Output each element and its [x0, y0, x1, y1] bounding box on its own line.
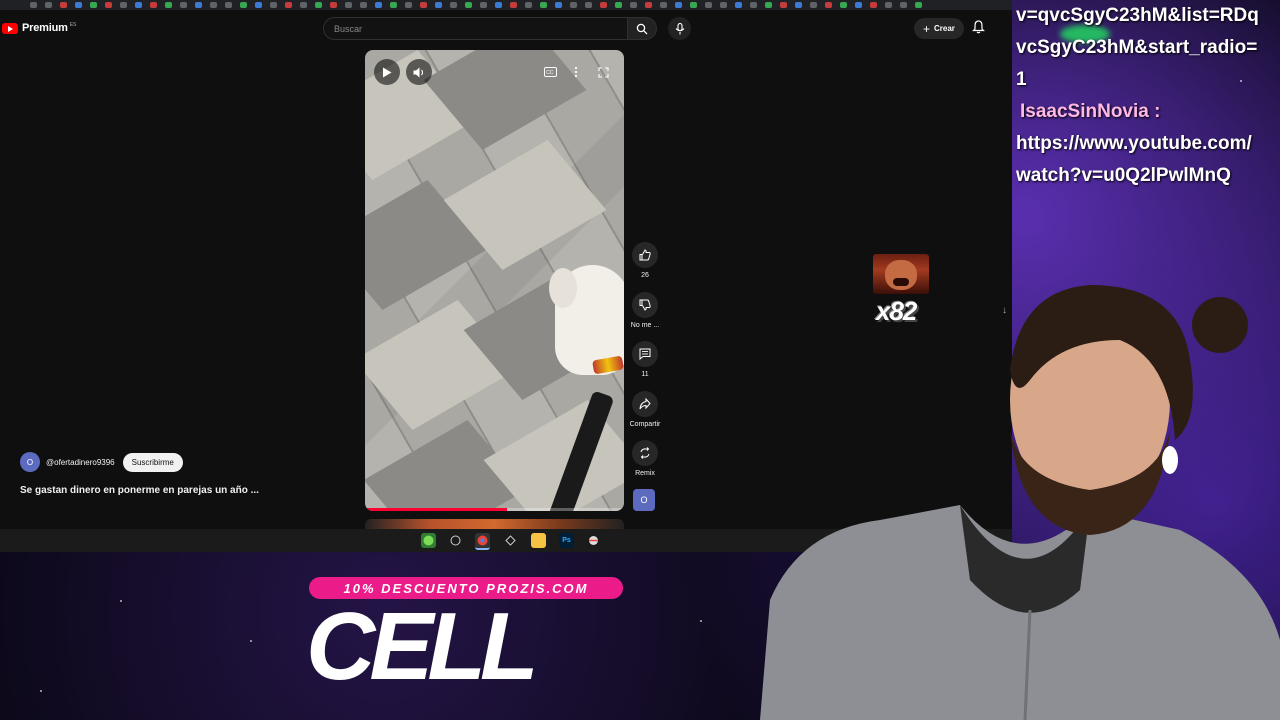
chat-line: v=qvcSgyC23hM&list=RDq	[1016, 5, 1259, 26]
webcam-streamer	[760, 285, 1280, 720]
notifications-button[interactable]	[972, 20, 985, 39]
voice-search-button[interactable]	[668, 17, 691, 40]
fullscreen-button[interactable]	[593, 62, 613, 82]
channel-avatar[interactable]: O	[20, 452, 40, 472]
create-button[interactable]: + Crear	[914, 18, 964, 39]
share-button[interactable]: Compartir	[626, 391, 664, 428]
search-box	[323, 17, 627, 40]
play-icon	[383, 67, 392, 77]
search-input[interactable]	[324, 18, 624, 39]
like-count: 26	[641, 272, 649, 279]
star	[700, 620, 702, 622]
app-icon-diamond[interactable]	[503, 533, 518, 548]
dislike-label: No me ...	[630, 322, 660, 329]
comment-count: 11	[641, 371, 649, 378]
short-video-player[interactable]: CC	[365, 50, 624, 511]
search-button[interactable]	[627, 17, 657, 40]
browser-tab-strip[interactable]	[0, 0, 1012, 10]
thumbs-down-icon	[639, 299, 651, 311]
captions-button[interactable]: CC	[540, 62, 560, 82]
microphone-icon	[675, 22, 684, 34]
like-button[interactable]: 26	[626, 242, 664, 279]
spotify-icon[interactable]	[421, 533, 436, 548]
play-button[interactable]	[374, 59, 400, 85]
remix-button[interactable]: Remix	[626, 440, 664, 477]
youtube-play-icon	[2, 22, 18, 34]
chat-line: vcSgyC23hM&start_radio=	[1016, 37, 1258, 58]
folder-icon[interactable]	[531, 533, 546, 548]
star	[250, 640, 252, 642]
volume-button[interactable]	[406, 59, 432, 85]
video-title[interactable]: Se gastan dinero en ponerme en parejas u…	[20, 485, 259, 496]
chat-message: https://www.youtube.com/	[1016, 133, 1252, 154]
thumbs-up-icon	[639, 249, 651, 261]
app-icon-circle[interactable]	[448, 533, 463, 548]
more-vert-icon	[574, 66, 578, 78]
chrome-icon[interactable]	[475, 533, 490, 550]
comments-button[interactable]: 11	[626, 341, 664, 378]
remix-icon	[640, 447, 650, 459]
plus-icon: +	[923, 21, 931, 36]
next-short-preview[interactable]	[365, 519, 624, 529]
star	[40, 690, 42, 692]
subscribe-button[interactable]: Suscribirme	[122, 452, 183, 472]
logo-text: Premium	[22, 22, 68, 34]
svg-text:CC: CC	[546, 70, 554, 76]
chat-username: IsaacSinNovia :	[1020, 101, 1161, 122]
bell-icon	[972, 20, 985, 34]
create-label: Crear	[934, 24, 955, 33]
chat-line: 1	[1016, 69, 1027, 90]
channel-info: O @ofertadinero9396 Suscribirme	[20, 452, 183, 472]
share-label: Compartir	[629, 421, 661, 428]
chat-message: watch?v=u0Q2lPwlMnQ	[1016, 165, 1231, 186]
youtube-logo[interactable]: Premium ES	[2, 22, 76, 34]
fullscreen-icon	[597, 66, 609, 78]
volume-icon	[413, 67, 424, 77]
video-progress-bar[interactable]	[365, 508, 624, 511]
dislike-button[interactable]: No me ...	[626, 292, 664, 329]
promo-code: CELL	[306, 593, 539, 700]
sound-avatar[interactable]: O	[633, 489, 655, 511]
more-options-button[interactable]	[566, 62, 586, 82]
captions-icon: CC	[543, 67, 557, 77]
channel-handle[interactable]: @ofertadinero9396	[46, 458, 115, 467]
logo-region: ES	[69, 22, 77, 28]
app-icon-globe[interactable]	[586, 533, 601, 548]
progress-fill	[365, 508, 508, 511]
remix-label: Remix	[635, 470, 655, 477]
photoshop-icon[interactable]: Ps	[559, 533, 574, 548]
comment-icon	[639, 348, 651, 360]
star	[120, 600, 122, 602]
share-icon	[639, 398, 651, 410]
stream-chat: v=qvcSgyC23hM&list=RDq vcSgyC23hM&start_…	[1016, 0, 1278, 192]
search-icon	[636, 23, 648, 34]
